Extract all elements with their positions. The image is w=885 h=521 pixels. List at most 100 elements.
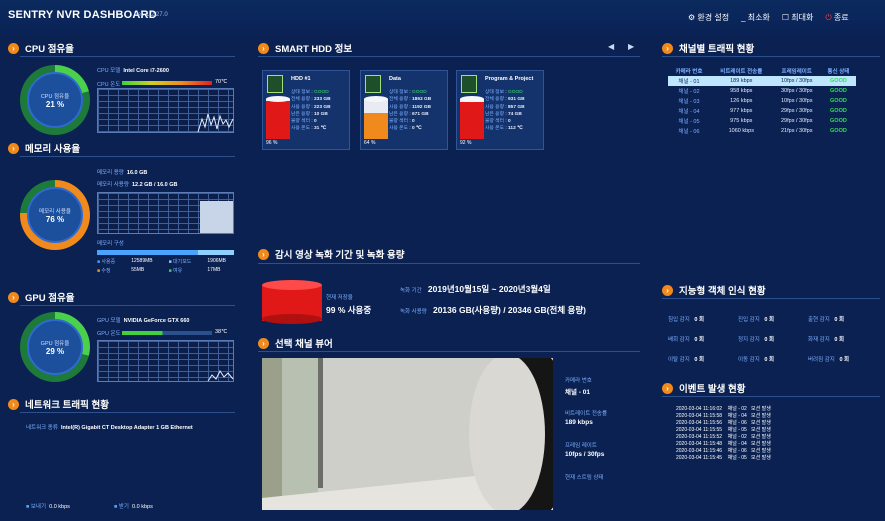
arrow-icon: › bbox=[662, 42, 673, 54]
detection-item: 출현 감지 0 회 bbox=[808, 317, 845, 323]
detection-item: 버려짐 감지 0 회 bbox=[808, 357, 850, 363]
app-version: Ver. 1.2.27.0 bbox=[134, 12, 168, 18]
maximize-button[interactable]: ☐ 최대화 bbox=[782, 12, 814, 23]
gear-icon: ⚙ bbox=[688, 13, 696, 22]
memory-config-bar bbox=[97, 250, 234, 255]
minimize-icon: _ bbox=[741, 13, 746, 22]
hdd-prev-button[interactable]: ◀ bbox=[608, 42, 614, 51]
gpu-temp-label: GPU 온도 bbox=[97, 331, 121, 337]
legend-free: ■ 여유 bbox=[168, 268, 183, 274]
event-row: 2020-03-04 11:15:55 채널 - 05 모션 발생 bbox=[676, 427, 771, 433]
hdd-details: 상태 정보 : GOOD 전체 용량 : 1863 GB 사용 용량 : 119… bbox=[389, 90, 432, 132]
detection-item: 정지 감지 0 회 bbox=[738, 337, 775, 343]
detection-item: 이탈 감지 0 회 bbox=[668, 357, 705, 363]
divider bbox=[20, 305, 235, 306]
hdd-details: 상태 정보 : GOOD 전체 용량 : 931 GB 사용 용량 : 857 … bbox=[485, 90, 525, 132]
viewer-framerate-label: 프레임 레이트 bbox=[565, 443, 597, 449]
event-row: 2020-03-04 11:15:46 채널 - 06 모션 발생 bbox=[676, 448, 771, 454]
event-row: 2020-03-04 11:15:48 채널 - 04 모션 발생 bbox=[676, 441, 771, 447]
memory-capacity: 메모리 용량 16.0 GB bbox=[97, 170, 148, 176]
traffic-section-title: › 채널별 트래픽 현황 bbox=[662, 41, 754, 55]
memory-legend: ■ 사용중 12589MB ■ 대기모드 1906MB ■ 수정 55MB ■ … bbox=[97, 258, 227, 274]
traffic-row[interactable]: 채널 - 01 189 kbps 10fps / 30fps GOOD bbox=[668, 76, 856, 86]
divider bbox=[258, 263, 640, 264]
hdd-fill bbox=[266, 101, 290, 139]
settings-button[interactable]: ⚙ 환경 설정 bbox=[688, 12, 729, 23]
viewer-section-title: › 선택 채널 뷰어 bbox=[258, 336, 333, 350]
maximize-icon: ☐ bbox=[781, 13, 790, 22]
camera-feed[interactable] bbox=[262, 358, 553, 510]
detection-item: 진입 감지 0 회 bbox=[738, 317, 775, 323]
hdd-fill bbox=[460, 102, 484, 139]
viewer-camera-value: 채널 - 01 bbox=[565, 389, 590, 396]
cpu-section-title: › CPU 점유율 bbox=[8, 41, 74, 55]
hdd-card: 92 % Program & Project 상태 정보 : GOOD 전체 용… bbox=[456, 70, 544, 150]
network-receive: ■ 받기 0.0 kbps bbox=[114, 504, 153, 510]
arrow-icon: › bbox=[8, 42, 19, 54]
arrow-icon: › bbox=[8, 398, 19, 410]
network-type: 네트워크 종류 Intel(R) Gigabit CT Desktop Adap… bbox=[26, 425, 193, 431]
network-send: ■ 보내기 0.0 kbps bbox=[26, 504, 70, 510]
memory-usage-graph bbox=[97, 192, 234, 234]
divider bbox=[20, 412, 235, 413]
hdd-section-title: › SMART HDD 정보 bbox=[258, 41, 352, 55]
hdd-percent: 96 % bbox=[266, 140, 278, 146]
event-row: 2020-03-04 11:15:52 채널 - 02 모션 발생 bbox=[676, 434, 771, 440]
arrow-icon: › bbox=[8, 291, 19, 303]
traffic-row[interactable]: 채널 - 05 975 kbps 29fps / 30fps GOOD bbox=[668, 116, 856, 126]
network-section-title: › 네트워크 트래픽 현황 bbox=[8, 397, 109, 411]
arrow-icon: › bbox=[8, 142, 19, 154]
divider bbox=[662, 396, 880, 397]
detection-item: 배회 감지 0 회 bbox=[668, 337, 705, 343]
hdd-icon bbox=[267, 75, 283, 93]
traffic-row[interactable]: 채널 - 04 977 kbps 29fps / 30fps GOOD bbox=[668, 106, 856, 116]
gpu-temp-bar bbox=[122, 331, 212, 335]
arrow-icon: › bbox=[258, 248, 269, 260]
cpu-usage-graph bbox=[97, 88, 234, 133]
memory-section-title: › 메모리 사용율 bbox=[8, 141, 80, 155]
gpu-gauge: GPU 점유율 29 % bbox=[20, 312, 90, 382]
viewer-bitrate-label: 비트레이트 전송률 bbox=[565, 411, 608, 417]
event-row: 2020-03-04 11:16:02 채널 - 02 모션 발생 bbox=[676, 406, 771, 412]
hdd-icon bbox=[461, 75, 477, 93]
traffic-table-header: 카메라 번호 비트레이트 전송률 프레임레이트 통신 상태 bbox=[675, 69, 850, 75]
divider bbox=[20, 56, 235, 57]
cpu-temp-label: CPU 온도 bbox=[97, 82, 121, 88]
hdd-icon bbox=[365, 75, 381, 93]
detection-item: 침입 감지 0 회 bbox=[668, 317, 705, 323]
arrow-icon: › bbox=[258, 42, 269, 54]
viewer-stream-label: 현재 스트림 상태 bbox=[565, 475, 604, 481]
detection-item: 이동 감지 0 회 bbox=[738, 357, 775, 363]
arrow-icon: › bbox=[662, 284, 673, 296]
arrow-icon: › bbox=[258, 337, 269, 349]
gpu-temp-value: 38℃ bbox=[215, 329, 228, 335]
close-button[interactable]: ⏻ 종료 bbox=[825, 12, 848, 23]
hdd-name: Program & Project bbox=[485, 76, 534, 82]
traffic-table: 카메라 번호 비트레이트 전송률 프레임레이트 통신 상태 채널 - 01 189… bbox=[668, 66, 856, 136]
events-list: 2020-03-04 11:16:02 채널 - 02 모션 발생 2020-03… bbox=[676, 406, 771, 462]
divider bbox=[258, 351, 640, 352]
traffic-row[interactable]: 채널 - 06 1060 kbps 21fps / 30fps GOOD bbox=[668, 126, 856, 136]
events-section-title: › 이벤트 발생 현황 bbox=[662, 381, 745, 395]
divider bbox=[662, 298, 880, 299]
memory-config-label: 메모리 구성 bbox=[97, 241, 124, 247]
memory-gauge: 메모리 사용율 76 % bbox=[20, 180, 90, 250]
detection-section-title: › 지능형 객체 인식 현황 bbox=[662, 283, 766, 297]
memory-used: 메모리 사용량 12.2 GB / 16.0 GB bbox=[97, 182, 178, 188]
power-icon: ⏻ bbox=[825, 13, 832, 22]
hdd-card: 96 % HDD #1 상태 정보 : GOOD 전체 용량 : 233 GB … bbox=[262, 70, 350, 150]
divider bbox=[662, 56, 880, 57]
cpu-gauge: CPU 점유율 21 % bbox=[20, 65, 90, 135]
event-row: 2020-03-04 11:15:45 채널 - 05 모션 발생 bbox=[676, 455, 771, 461]
divider bbox=[258, 56, 640, 57]
traffic-row[interactable]: 채널 - 03 126 kbps 10fps / 30fps GOOD bbox=[668, 96, 856, 106]
traffic-row[interactable]: 채널 - 02 958 kbps 30fps / 30fps GOOD bbox=[668, 86, 856, 96]
minimize-button[interactable]: _ 최소화 bbox=[741, 12, 770, 23]
legend-in-use: ■ 사용중 bbox=[97, 259, 116, 265]
hdd-next-button[interactable]: ▶ bbox=[628, 42, 634, 51]
recording-section-title: › 감시 영상 녹화 기간 및 녹화 용량 bbox=[258, 247, 404, 261]
hdd-name: HDD #1 bbox=[291, 76, 311, 82]
hdd-name: Data bbox=[389, 76, 401, 82]
viewer-camera-label: 카메라 번호 bbox=[565, 378, 592, 384]
recording-usage: 녹화 사용량 20136 GB(사용량) / 20346 GB(전체 용량) bbox=[400, 305, 586, 315]
